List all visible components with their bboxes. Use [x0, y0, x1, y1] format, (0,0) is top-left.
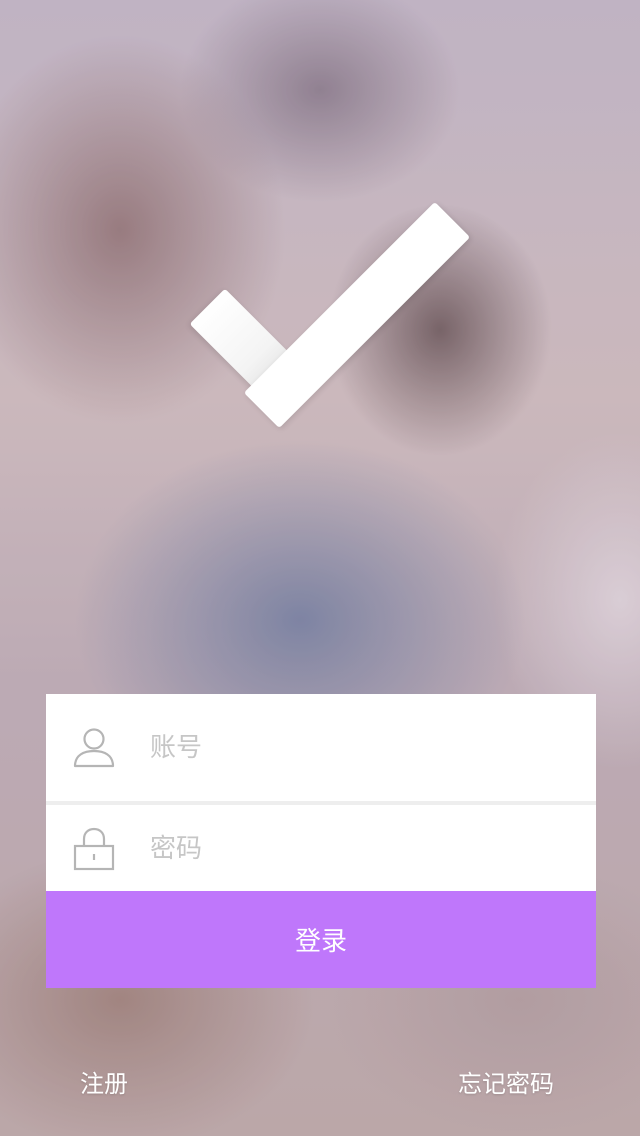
login-button[interactable]: 登录	[46, 891, 596, 988]
user-icon	[72, 726, 116, 770]
forgot-password-link[interactable]: 忘记密码	[458, 1066, 554, 1102]
password-field	[46, 805, 596, 891]
checkmark-long-stroke	[243, 201, 471, 429]
lock-icon	[72, 827, 116, 871]
password-input[interactable]	[150, 827, 570, 871]
register-link[interactable]: 注册	[80, 1066, 128, 1102]
account-field	[46, 694, 596, 801]
login-form: 登录	[46, 694, 596, 988]
account-input[interactable]	[150, 726, 570, 770]
checkmark-icon	[180, 201, 471, 430]
